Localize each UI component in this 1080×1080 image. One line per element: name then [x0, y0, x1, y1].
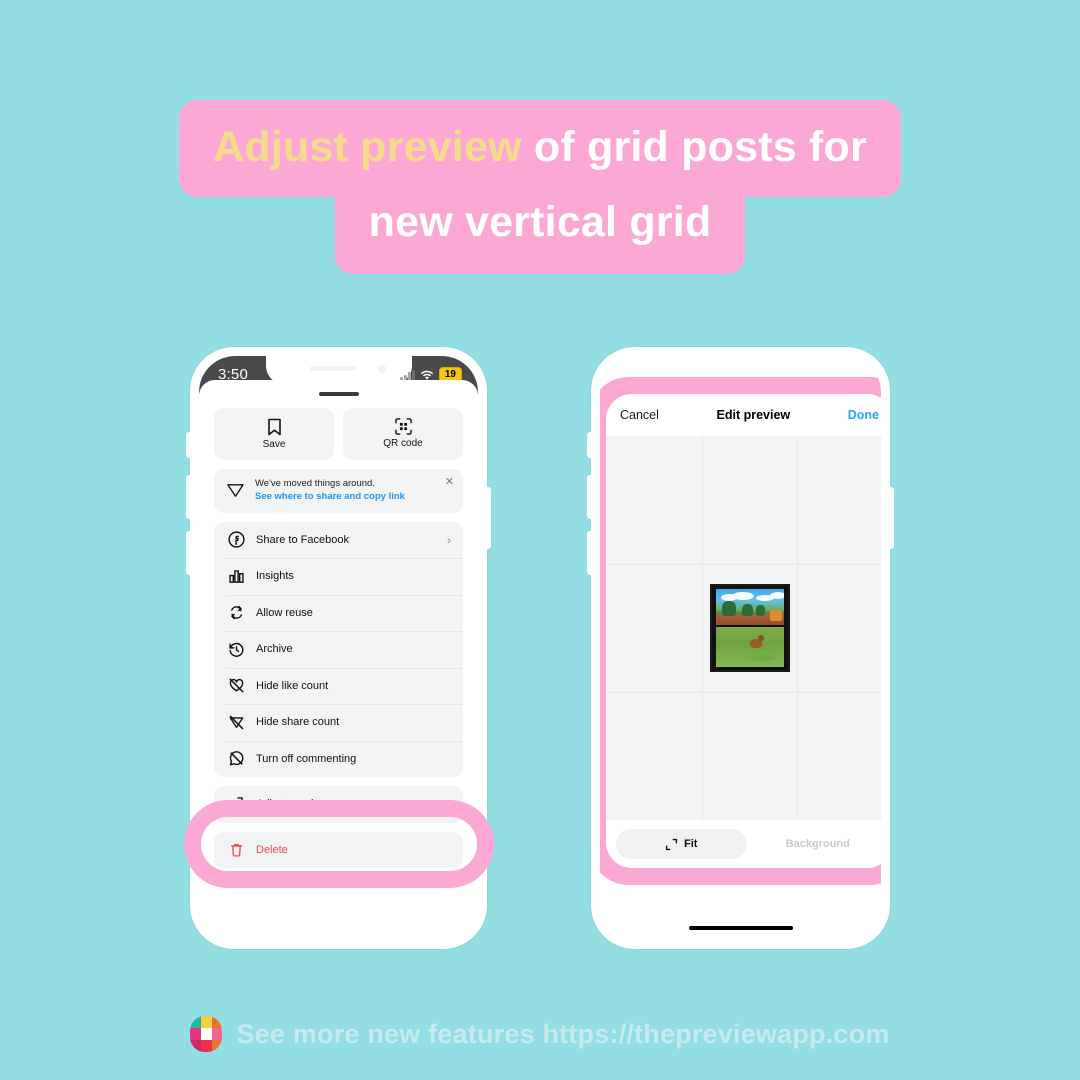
qr-code-label: QR code — [383, 438, 423, 449]
edit-preview-navbar: Cancel Edit preview Done — [606, 394, 881, 436]
paper-plane-icon — [226, 481, 245, 500]
chevron-right-icon: › — [447, 532, 451, 547]
edit-preview-toolbar: Fit Background — [606, 820, 881, 868]
phone-mockup-left: 3:50 19 Save QR code We've moved things … — [186, 347, 491, 949]
headline-line-1: Adjust preview of grid posts for — [179, 100, 901, 197]
reuse-loop-icon — [226, 604, 246, 621]
menu-item-adjust-preview[interactable]: Adjust preview — [214, 786, 463, 823]
trash-icon — [226, 842, 246, 858]
menu-item-turn-off-commenting[interactable]: Turn off commenting — [214, 740, 463, 778]
menu-label: Hide share count — [256, 716, 340, 729]
fit-button[interactable]: Fit — [616, 829, 747, 859]
menu-label: Allow reuse — [256, 606, 313, 619]
quick-actions-row: Save QR code — [199, 407, 478, 460]
insights-bar-chart-icon — [226, 568, 246, 585]
notice-link[interactable]: See where to share and copy link — [255, 491, 405, 504]
thumbnail-bottom-photo — [715, 627, 784, 667]
sheet-grabber[interactable] — [318, 392, 359, 396]
delete-label: Delete — [256, 843, 288, 856]
highlight-frame-edit-preview: Cancel Edit preview Done Fit Background — [600, 377, 881, 885]
save-label: Save — [262, 438, 286, 450]
close-icon[interactable]: ✕ — [445, 476, 454, 488]
headline-line-2: new vertical grid — [334, 187, 746, 274]
bookmark-icon — [267, 418, 282, 436]
menu-item-allow-reuse[interactable]: Allow reuse — [214, 594, 463, 632]
gridline-vertical — [701, 436, 703, 820]
menu-label: Insights — [256, 570, 294, 583]
gridline-horizontal — [606, 563, 881, 565]
preview-grid[interactable] — [606, 436, 881, 820]
wifi-icon — [420, 370, 434, 381]
phone-left-screen: 3:50 19 Save QR code We've moved things … — [199, 356, 478, 940]
silent-switch[interactable] — [186, 432, 191, 458]
paper-plane-slash-icon — [226, 714, 246, 731]
silent-switch[interactable] — [587, 432, 592, 458]
edit-preview-title: Edit preview — [716, 408, 791, 422]
cancel-button[interactable]: Cancel — [620, 408, 659, 422]
headline-highlight-text: Adjust preview — [213, 123, 522, 171]
gridline-vertical — [797, 436, 799, 820]
power-button[interactable] — [889, 487, 894, 549]
background-button[interactable]: Background — [753, 829, 882, 859]
qr-code-icon — [394, 418, 412, 435]
power-button[interactable] — [486, 487, 491, 549]
fit-label: Fit — [684, 838, 698, 850]
options-menu: Share to Facebook › Insights Allow reuse — [214, 521, 463, 778]
save-button[interactable]: Save — [214, 407, 334, 460]
cellular-signal-icon — [400, 369, 415, 381]
footer-text: See more new features https://thepreview… — [236, 1018, 890, 1049]
volume-up-button[interactable] — [186, 475, 191, 519]
moved-things-notice[interactable]: We've moved things around. See where to … — [214, 468, 463, 513]
crop-corners-icon — [226, 796, 246, 812]
heart-slash-icon — [226, 677, 246, 694]
volume-up-button[interactable] — [587, 475, 592, 519]
menu-label: Hide like count — [256, 679, 329, 692]
notice-line-1: We've moved things around. — [255, 477, 375, 489]
qr-code-button[interactable]: QR code — [343, 407, 463, 460]
share-sheet: Save QR code We've moved things around. … — [199, 380, 478, 940]
archive-clock-icon — [226, 641, 246, 658]
menu-item-archive[interactable]: Archive — [214, 631, 463, 668]
front-camera-icon — [377, 365, 386, 373]
phone-right-screen: Cancel Edit preview Done Fit Background — [600, 356, 881, 940]
menu-label: Turn off commenting — [256, 752, 357, 765]
menu-label: Archive — [256, 643, 293, 656]
edit-preview-modal: Cancel Edit preview Done Fit Background — [606, 394, 881, 868]
menu-item-delete[interactable]: Delete — [214, 831, 463, 869]
comment-slash-icon — [226, 750, 246, 767]
menu-label: Share to Facebook — [256, 533, 349, 546]
grid-post-thumbnail[interactable] — [709, 584, 790, 672]
headline-rest-text: of grid posts for — [533, 123, 867, 171]
preview-app-logo-icon — [190, 1016, 223, 1052]
home-indicator[interactable] — [688, 926, 793, 930]
adjust-preview-label: Adjust preview — [256, 798, 328, 811]
volume-down-button[interactable] — [186, 531, 191, 575]
volume-down-button[interactable] — [587, 531, 592, 575]
menu-item-hide-like-count[interactable]: Hide like count — [214, 667, 463, 705]
crop-corners-icon — [665, 838, 678, 851]
thumbnail-top-photo — [715, 589, 784, 625]
footer: See more new features https://thepreview… — [0, 1016, 1080, 1052]
headline-banner: Adjust preview of grid posts for new ver… — [0, 100, 1080, 274]
menu-item-share-to-facebook[interactable]: Share to Facebook › — [214, 522, 463, 559]
adjust-preview-row: Adjust preview — [214, 786, 463, 823]
delete-row: Delete — [214, 832, 463, 869]
facebook-icon — [226, 531, 246, 548]
done-button[interactable]: Done — [848, 408, 879, 422]
background-label: Background — [785, 838, 850, 850]
menu-item-insights[interactable]: Insights — [214, 558, 463, 595]
menu-item-hide-share-count[interactable]: Hide share count — [214, 704, 463, 741]
phone-mockup-right: Cancel Edit preview Done Fit Background — [587, 347, 894, 949]
gridline-horizontal — [606, 691, 881, 693]
earpiece-speaker — [309, 366, 356, 371]
